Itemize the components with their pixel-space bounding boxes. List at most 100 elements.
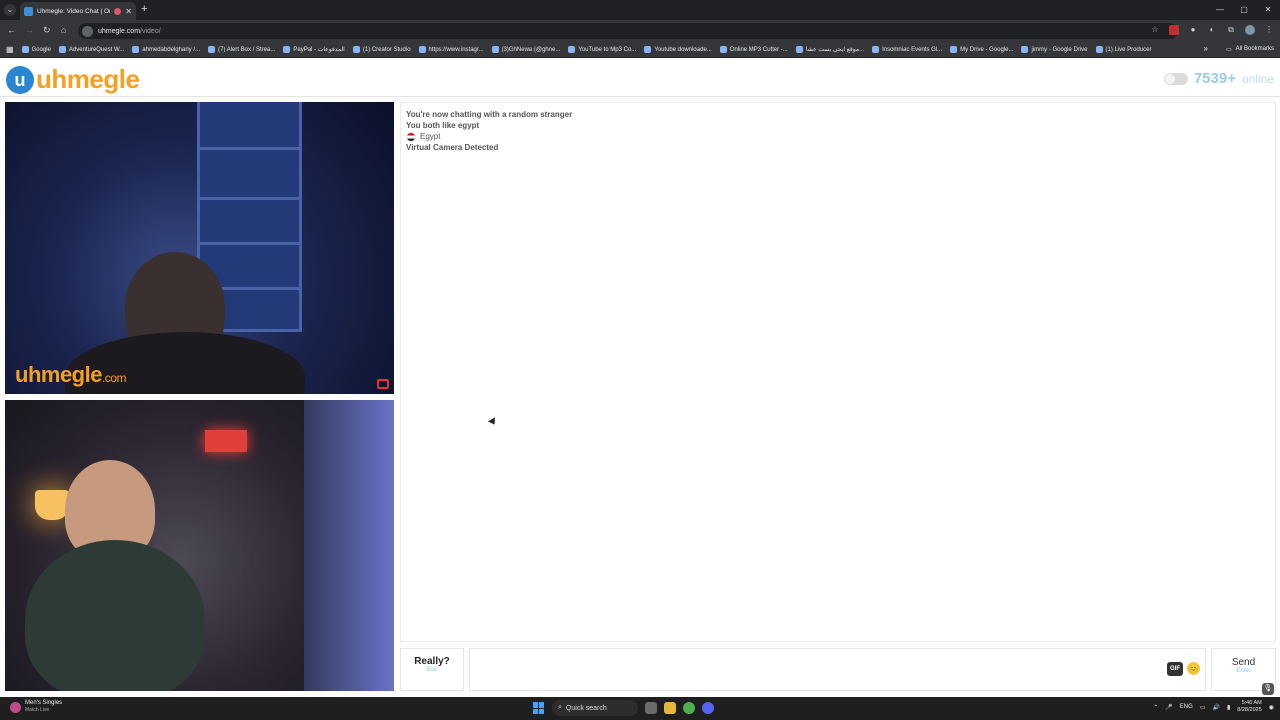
network-icon[interactable]: ▭ xyxy=(1200,704,1206,711)
bookmark-star-icon[interactable]: ☆ xyxy=(1150,25,1160,35)
browser-tab[interactable]: Uhmegle: Video Chat | Om... ✕ xyxy=(20,2,136,20)
window-controls: — ▢ ✕ xyxy=(1208,0,1280,20)
folder-icon: ▭ xyxy=(1225,47,1232,53)
tab-search-icon[interactable]: ⌄ xyxy=(4,4,16,16)
extension-icon[interactable]: ● xyxy=(1188,25,1198,35)
clock-time: 5:46 AM xyxy=(1241,700,1262,706)
close-window-button[interactable]: ✕ xyxy=(1256,0,1280,20)
widget-title: Men's Singles xyxy=(25,700,63,706)
search-placeholder: Quick search xyxy=(565,704,607,712)
bookmark-item[interactable]: AdventureQuest W... xyxy=(58,46,124,53)
bookmark-favicon-icon xyxy=(719,46,727,53)
clock[interactable]: 5:46 AM 8/28/2025 xyxy=(1237,700,1261,714)
bookmark-favicon-icon xyxy=(950,46,958,53)
battery-icon[interactable]: ▮ xyxy=(1227,704,1230,711)
chrome-icon[interactable] xyxy=(683,702,695,714)
background-neon-sign xyxy=(205,430,247,452)
bookmark-favicon-icon xyxy=(283,46,291,53)
taskbar-widget[interactable]: Men's Singles Match Live xyxy=(10,700,62,714)
taskbar-search[interactable]: ⌕ Quick search xyxy=(552,700,638,716)
browser-tabstrip: ⌄ Uhmegle: Video Chat | Om... ✕ + — ▢ ✕ xyxy=(0,0,1280,20)
bookmark-item[interactable]: (1) Creator Studio xyxy=(352,46,411,53)
message-input[interactable]: GIF 😊 xyxy=(469,648,1206,691)
language-indicator[interactable]: ENG xyxy=(1180,704,1193,710)
bookmark-item[interactable]: (7) Alert Box / Strea... xyxy=(208,46,275,53)
chat-warning-message: Virtual Camera Detected xyxy=(406,143,499,152)
tab-close-icon[interactable]: ✕ xyxy=(125,7,132,16)
recording-icon xyxy=(114,7,122,15)
apps-grid-icon[interactable]: ▦ xyxy=(6,45,14,54)
stop-button[interactable]: Really? Esc xyxy=(400,648,464,691)
volume-icon[interactable]: 🔊 xyxy=(1212,704,1219,711)
egypt-flag-icon xyxy=(406,131,416,142)
bookmark-item[interactable]: ahmedabdelghany /... xyxy=(132,46,200,53)
bookmark-item[interactable]: موقع ايجي بست عشا... xyxy=(795,46,864,53)
bookmark-favicon-icon xyxy=(795,46,803,53)
emoji-icon[interactable]: 😊 xyxy=(1187,662,1200,675)
home-icon[interactable]: ⌂ xyxy=(61,25,66,35)
bookmark-item[interactable]: https://www.instagr... xyxy=(418,46,484,53)
taskbar-apps: ⌕ Quick search xyxy=(533,700,714,716)
country-name: Egypt xyxy=(420,132,441,141)
clock-date: 8/28/2025 xyxy=(1237,707,1262,713)
restore-button[interactable]: ▢ xyxy=(1232,0,1256,20)
search-icon: ⌕ xyxy=(558,704,562,711)
send-button-label: Send xyxy=(1231,657,1256,668)
bookmark-item[interactable]: My Drive - Google... xyxy=(950,46,1013,53)
sports-widget-icon xyxy=(10,701,21,713)
bookmark-favicon-icon xyxy=(208,46,215,53)
bookmark-item[interactable]: Google xyxy=(21,46,51,53)
bookmark-item[interactable]: PayPal - المدفوعات xyxy=(283,46,345,53)
windows-start-icon[interactable] xyxy=(533,702,545,714)
tray-overflow-icon[interactable]: ⌃ xyxy=(1153,704,1158,711)
toolbar-icons: ☆ ● ◐ ⧉ ⋮ xyxy=(1150,25,1274,35)
gif-button[interactable]: GIF xyxy=(1167,662,1183,676)
bookmark-item[interactable]: Insomniac Events Gl... xyxy=(872,46,942,53)
tab-title: Uhmegle: Video Chat | Om... xyxy=(37,7,110,15)
notifications-icon[interactable]: ◉ xyxy=(1269,704,1274,711)
mic-tray-icon[interactable]: 🎤 xyxy=(1165,704,1172,711)
reload-icon[interactable]: ↻ xyxy=(43,25,51,36)
menu-kebab-icon[interactable]: ⋮ xyxy=(1264,25,1274,35)
online-count: 7539+ xyxy=(1193,70,1236,87)
file-explorer-icon[interactable] xyxy=(664,702,676,714)
address-bar[interactable]: uhmegle.com/video/ xyxy=(78,23,1178,39)
bookmark-item[interactable]: (3)GhNewa (@ghne... xyxy=(491,46,560,53)
forward-arrow-icon[interactable]: → xyxy=(25,25,34,35)
logo-text: uhmegle xyxy=(36,64,140,94)
microphone-icon[interactable]: 🎙 xyxy=(1262,683,1274,695)
bookmark-item[interactable]: YouTube to Mp3 Co... xyxy=(568,46,636,53)
site-logo[interactable]: u uhmegle xyxy=(6,64,140,95)
camera-indicator-icon xyxy=(377,379,389,389)
widget-subtitle: Match Live xyxy=(25,707,50,713)
bookmark-item[interactable]: Youtube downloade... xyxy=(644,46,712,53)
uhmegle-watermark: uhmegle.com xyxy=(15,362,126,387)
system-tray: ⌃ 🎤 ENG ▭ 🔊 ▮ 5:46 AM 8/28/2025 ◉ xyxy=(1153,700,1274,714)
discord-icon[interactable] xyxy=(702,702,714,714)
extension-icon[interactable]: ◐ xyxy=(1207,25,1217,35)
site-info-icon[interactable] xyxy=(82,25,93,37)
uhmegle-page: u uhmegle 7539+ online uhmegle.com You'r… xyxy=(0,59,1280,697)
chat-controls: Really? Esc GIF 😊 Send Enter xyxy=(400,648,1276,692)
task-view-icon[interactable] xyxy=(645,702,657,714)
bookmark-item[interactable]: jimmy - Google Drive xyxy=(1021,46,1088,53)
theme-toggle[interactable] xyxy=(1163,72,1188,85)
extensions-puzzle-icon[interactable]: ⧉ xyxy=(1226,25,1236,35)
profile-avatar-icon[interactable] xyxy=(1245,25,1255,35)
stranger-country: Egypt xyxy=(406,131,1270,142)
back-arrow-icon[interactable]: ← xyxy=(7,25,16,35)
bookmarks-overflow-button[interactable]: » xyxy=(1204,44,1208,53)
bookmark-item[interactable]: Online MP3 Cutter -... xyxy=(719,46,788,53)
url-text: uhmegle.com/video/ xyxy=(98,27,161,35)
bookmark-favicon-icon xyxy=(352,46,360,53)
bookmark-favicon-icon xyxy=(21,46,29,53)
extension-icon[interactable] xyxy=(1169,25,1179,35)
browser-toolbar: ← → ↻ ⌂ uhmegle.com/video/ ☆ ● ◐ ⧉ ⋮ xyxy=(0,20,1280,42)
all-bookmarks-button[interactable]: ▭ All Bookmarks xyxy=(1226,46,1274,53)
bookmark-item[interactable]: (1) Live Producer xyxy=(1095,46,1152,53)
bookmark-favicon-icon xyxy=(491,46,499,53)
bookmark-favicon-icon xyxy=(1095,46,1103,53)
logo-mark-icon: u xyxy=(6,65,34,94)
minimize-button[interactable]: — xyxy=(1208,0,1232,20)
new-tab-button[interactable]: + xyxy=(141,3,147,15)
